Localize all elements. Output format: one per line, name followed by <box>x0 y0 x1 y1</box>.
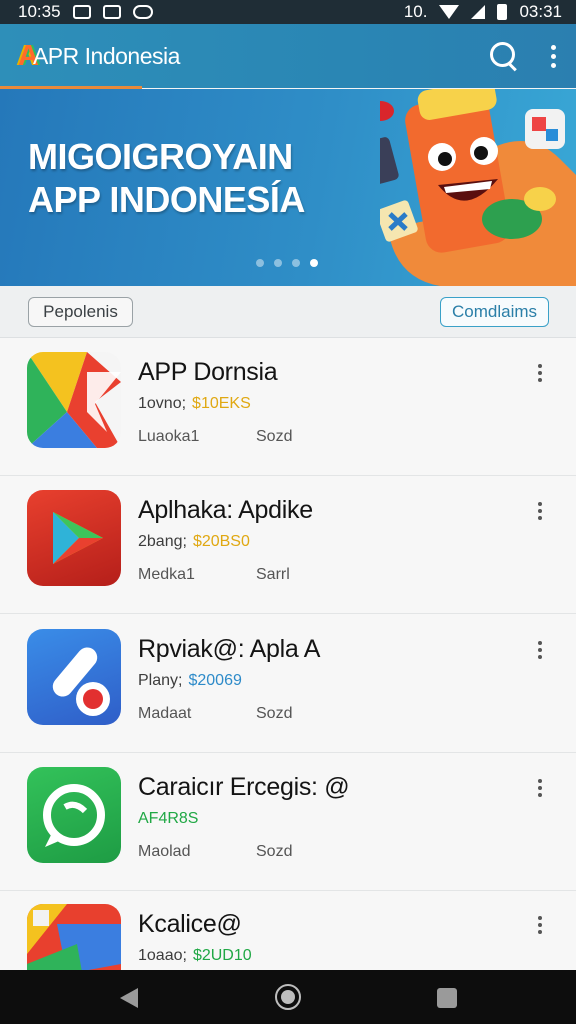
chat-icon <box>27 767 121 863</box>
system-nav-bar <box>0 970 576 1024</box>
notification-icon <box>72 5 91 19</box>
status-time: 10:35 <box>18 2 61 21</box>
app-category: Medka1 <box>138 566 195 583</box>
app-price: $10EKS <box>192 395 251 412</box>
cloud-icon <box>132 5 153 19</box>
filter-bar: Pepolenis Comdlaims <box>0 286 576 338</box>
play-icon <box>27 490 121 586</box>
app-size: Sozd <box>256 428 293 445</box>
status-clock: 03:31 <box>519 2 562 21</box>
recents-icon[interactable] <box>437 988 457 1008</box>
carousel-dot[interactable] <box>256 259 264 267</box>
promo-banner[interactable]: MIGOIGROYAIN APP INDONESÍA <box>0 89 576 286</box>
app-meta: 1ovno; $10EKS <box>138 395 251 413</box>
signal-icon <box>471 5 486 19</box>
item-menu-icon[interactable] <box>538 502 542 520</box>
app-bar: A APR Indonesia <box>0 24 576 88</box>
network-label: 10. <box>403 2 428 21</box>
item-menu-icon[interactable] <box>538 641 542 659</box>
list-item[interactable]: APP Dornsia 1ovno; $10EKS Luaoka1 Sozd <box>0 338 576 476</box>
carousel-indicator <box>256 259 318 267</box>
app-rating: 2bang; <box>138 533 187 550</box>
app-name: APP Dornsia <box>138 358 278 386</box>
app-category: Luaoka1 <box>138 428 200 445</box>
app-meta: 2bang; $20BS0 <box>138 533 250 551</box>
list-item[interactable]: Kcalice@ 1oaao; $2UD10 <box>0 890 576 970</box>
back-icon[interactable] <box>120 988 138 1008</box>
search-icon[interactable] <box>490 42 518 70</box>
app-price: $20BS0 <box>192 533 250 550</box>
app-price: $2UD10 <box>192 947 252 964</box>
kite-icon <box>27 352 121 448</box>
app-sub: Maolad Sozd <box>138 843 292 861</box>
app-title: APR Indonesia <box>32 42 180 69</box>
carousel-dot[interactable] <box>274 259 282 267</box>
app-rating: Plany; <box>138 672 183 689</box>
overflow-menu-icon[interactable] <box>548 44 558 68</box>
app-meta: Plany; $20069 <box>138 672 242 690</box>
app-size: Sozd <box>256 843 293 860</box>
list-item[interactable]: Rpviak@: Apla A Plany; $20069 Madaat Sozd <box>0 615 576 753</box>
item-menu-icon[interactable] <box>538 364 542 382</box>
app-name: Rpviak@: Apla A <box>138 635 321 663</box>
app-name: Caraicır Ercegis: @ <box>138 773 350 801</box>
battery-icon <box>497 4 508 20</box>
list-item[interactable]: Caraicır Ercegis: @ AF4R8S Maolad Sozd <box>0 753 576 891</box>
banner-line-2: APP INDONESÍA <box>28 179 305 220</box>
app-category: Madaat <box>138 705 192 722</box>
colorful-icon <box>27 904 121 970</box>
banner-line-1: MIGOIGROYAIN <box>28 136 293 177</box>
app-price: $20069 <box>188 672 242 689</box>
item-menu-icon[interactable] <box>538 916 542 934</box>
tool-icon <box>27 629 121 725</box>
app-category: Maolad <box>138 843 191 860</box>
banner-title: MIGOIGROYAIN APP INDONESÍA <box>28 135 305 221</box>
app-name: Aplhaka: Apdike <box>138 496 313 524</box>
list-item[interactable]: Aplhaka: Apdike 2bang; $20BS0 Medka1 Sarr… <box>0 476 576 614</box>
app-list: APP Dornsia 1ovno; $10EKS Luaoka1 Sozd Ap… <box>0 338 576 970</box>
app-rating: 1oaao; <box>138 947 187 964</box>
app-size: Sozd <box>256 705 293 722</box>
app-name: Kcalice@ <box>138 910 242 938</box>
status-bar: 10:35 10. 03:31 <box>0 0 576 24</box>
app-meta: 1oaao; $2UD10 <box>138 947 252 965</box>
app-sub: Medka1 Sarrl <box>138 566 290 584</box>
app-price: AF4R8S <box>138 810 199 827</box>
app-sub: Madaat Sozd <box>138 705 292 723</box>
item-menu-icon[interactable] <box>538 779 542 797</box>
home-icon[interactable] <box>275 984 301 1010</box>
carousel-dot[interactable] <box>292 259 300 267</box>
app-size: Sarrl <box>256 566 290 583</box>
filter-chip-left[interactable]: Pepolenis <box>28 297 133 327</box>
mascot-illustration <box>380 89 576 286</box>
filter-chip-right[interactable]: Comdlaims <box>440 297 549 327</box>
app-meta: AF4R8S <box>138 810 198 828</box>
carousel-dot-active[interactable] <box>310 259 318 267</box>
app-sub: Luaoka1 Sozd <box>138 428 292 446</box>
wifi-icon <box>439 5 460 19</box>
app-rating: 1ovno; <box>138 395 187 412</box>
message-icon <box>102 5 121 19</box>
